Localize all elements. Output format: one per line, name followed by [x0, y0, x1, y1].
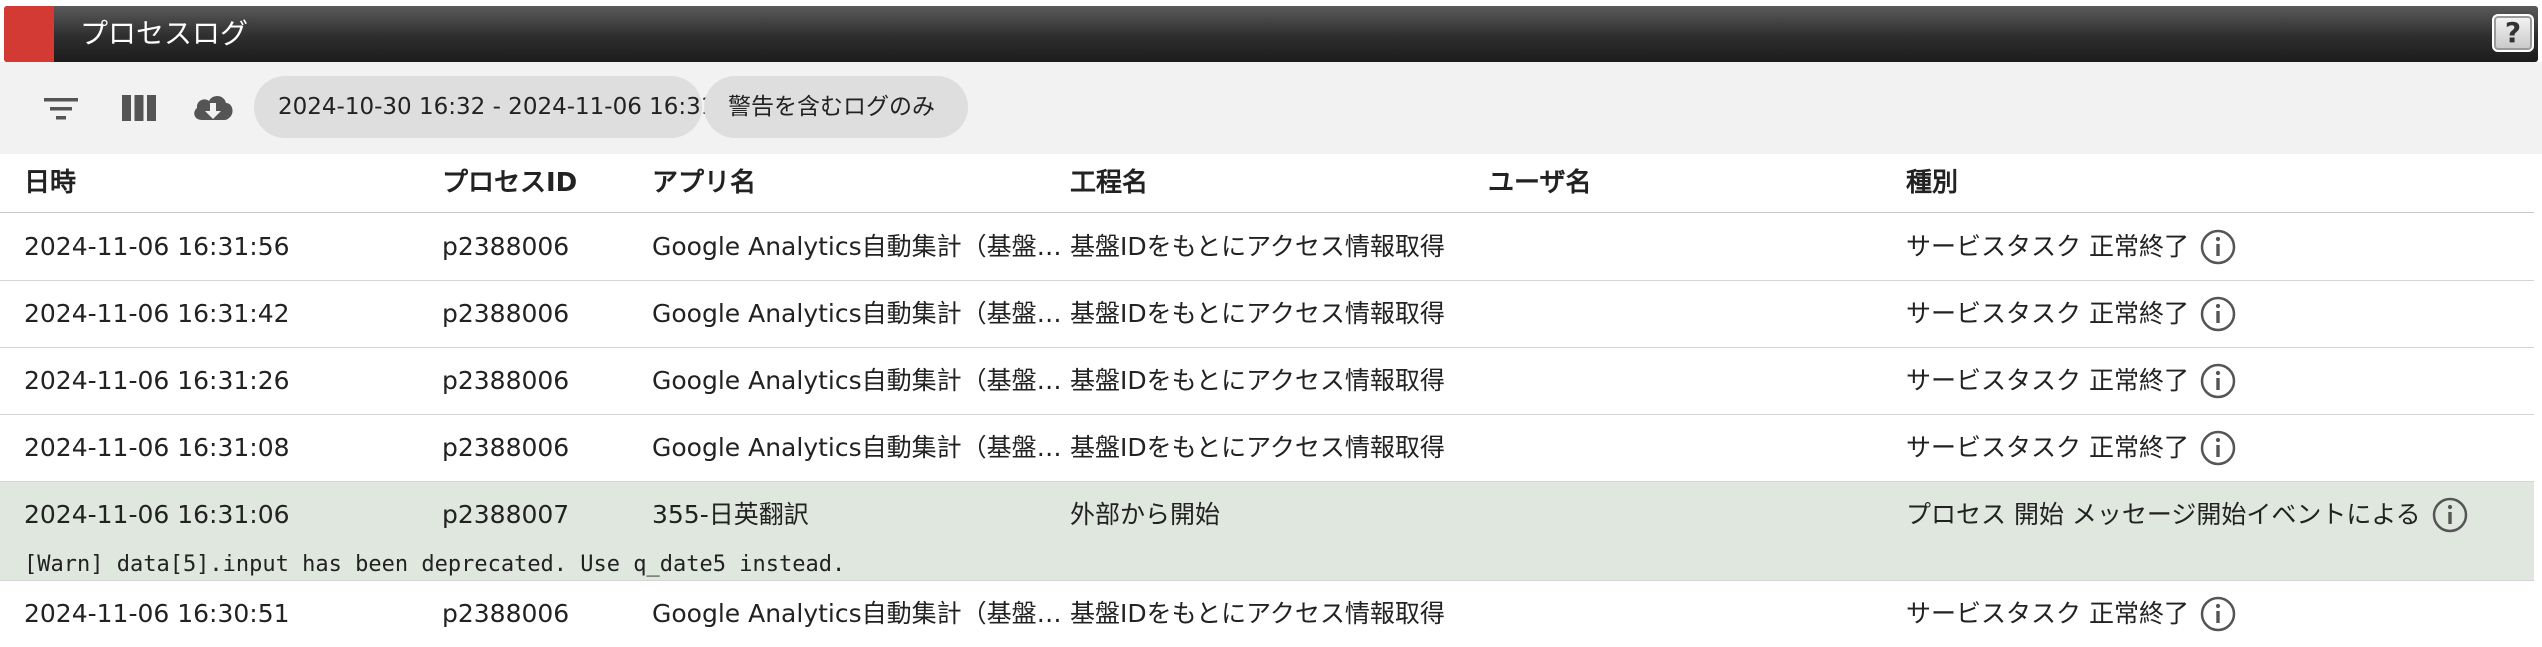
- table-row[interactable]: 2024-11-06 16:30:51 p2388006 Google Anal…: [0, 581, 2534, 644]
- row-app-name: Google Analytics自動集計（基盤ID）: [652, 599, 1062, 628]
- row-type: サービスタスク 正常終了: [1906, 299, 2189, 328]
- columns-icon[interactable]: [116, 88, 162, 128]
- table-row[interactable]: 2024-11-06 16:31:26 p2388006 Google Anal…: [0, 348, 2534, 415]
- toolbar: 2024-10-30 16:32 - 2024-11-06 16:31 警告を含…: [0, 62, 2542, 154]
- row-type: サービスタスク 正常終了: [1906, 599, 2189, 628]
- row-type: サービスタスク 正常終了: [1906, 366, 2189, 395]
- table-header: 日時 プロセスID アプリ名 工程名 ユーザ名 種別: [0, 154, 2534, 213]
- row-step-name: 基盤IDをもとにアクセス情報取得: [1070, 433, 1445, 462]
- help-button[interactable]: ?: [2492, 14, 2534, 52]
- info-icon[interactable]: [2199, 228, 2237, 266]
- row-type: プロセス 開始 メッセージ開始イベントによる: [1906, 500, 2421, 529]
- row-step-name: 基盤IDをもとにアクセス情報取得: [1070, 232, 1445, 261]
- row-app-name: 355-日英翻訳: [652, 500, 809, 529]
- row-date: 2024-11-06 16:31:56: [24, 232, 290, 261]
- page-title: プロセスログ: [80, 17, 249, 50]
- info-icon[interactable]: [2431, 496, 2469, 534]
- warning-only-chip[interactable]: 警告を含むログのみ: [704, 76, 968, 138]
- row-step-name: 基盤IDをもとにアクセス情報取得: [1070, 599, 1445, 628]
- row-type-cell: サービスタスク 正常終了: [1906, 581, 2526, 647]
- row-app-name: Google Analytics自動集計（基盤ID）: [652, 433, 1062, 462]
- table-row[interactable]: 2024-11-06 16:31:56 p2388006 Google Anal…: [0, 214, 2534, 281]
- row-process-id: p2388006: [442, 433, 570, 462]
- row-warning-message: [Warn] data[5].input has been deprecated…: [24, 552, 846, 577]
- row-step-name: 外部から開始: [1070, 500, 1221, 529]
- table-row[interactable]: 2024-11-06 16:31:42 p2388006 Google Anal…: [0, 281, 2534, 348]
- row-type: サービスタスク 正常終了: [1906, 433, 2189, 462]
- row-type-cell: サービスタスク 正常終了: [1906, 348, 2526, 414]
- row-date: 2024-11-06 16:30:51: [24, 599, 290, 628]
- info-icon[interactable]: [2199, 429, 2237, 467]
- row-process-id: p2388007: [442, 500, 570, 529]
- date-range-chip[interactable]: 2024-10-30 16:32 - 2024-11-06 16:31: [254, 76, 715, 138]
- row-app-name: Google Analytics自動集計（基盤ID）: [652, 232, 1062, 261]
- cloud-download-icon[interactable]: [190, 88, 236, 128]
- row-type-cell: プロセス 開始 メッセージ開始イベントによる: [1906, 482, 2526, 548]
- info-icon[interactable]: [2199, 595, 2237, 633]
- table-row[interactable]: 2024-11-06 16:31:08 p2388006 Google Anal…: [0, 415, 2534, 482]
- row-app-name: Google Analytics自動集計（基盤ID）: [652, 366, 1062, 395]
- row-process-id: p2388006: [442, 599, 570, 628]
- row-date: 2024-11-06 16:31:26: [24, 366, 290, 395]
- row-date: 2024-11-06 16:31:08: [24, 433, 290, 462]
- column-header-process-id[interactable]: プロセスID: [442, 154, 642, 212]
- process-log-table: 日時 プロセスID アプリ名 工程名 ユーザ名 種別 2024-11-06 16…: [0, 154, 2542, 644]
- filter-icon[interactable]: [38, 88, 84, 128]
- row-type-cell: サービスタスク 正常終了: [1906, 214, 2526, 280]
- row-process-id: p2388006: [442, 299, 570, 328]
- row-app-name: Google Analytics自動集計（基盤ID）: [652, 299, 1062, 328]
- column-header-step-name[interactable]: 工程名: [1070, 154, 1480, 212]
- row-date: 2024-11-06 16:31:06: [24, 500, 290, 529]
- column-header-date[interactable]: 日時: [24, 154, 424, 212]
- table-row-warning[interactable]: 2024-11-06 16:31:06 p2388007 355-日英翻訳 外部…: [0, 482, 2534, 581]
- row-step-name: 基盤IDをもとにアクセス情報取得: [1070, 366, 1445, 395]
- row-type-cell: サービスタスク 正常終了: [1906, 415, 2526, 481]
- info-icon[interactable]: [2199, 362, 2237, 400]
- row-process-id: p2388006: [442, 366, 570, 395]
- column-header-type[interactable]: 種別: [1906, 154, 2526, 212]
- row-type: サービスタスク 正常終了: [1906, 232, 2189, 261]
- window-titlebar: プロセスログ ?: [4, 6, 2538, 62]
- row-type-cell: サービスタスク 正常終了: [1906, 281, 2526, 347]
- row-date: 2024-11-06 16:31:42: [24, 299, 290, 328]
- column-header-user-name[interactable]: ユーザ名: [1488, 154, 1898, 212]
- info-icon[interactable]: [2199, 295, 2237, 333]
- row-process-id: p2388006: [442, 232, 570, 261]
- column-header-app-name[interactable]: アプリ名: [652, 154, 1062, 212]
- title-accent-bar: [4, 6, 54, 62]
- row-step-name: 基盤IDをもとにアクセス情報取得: [1070, 299, 1445, 328]
